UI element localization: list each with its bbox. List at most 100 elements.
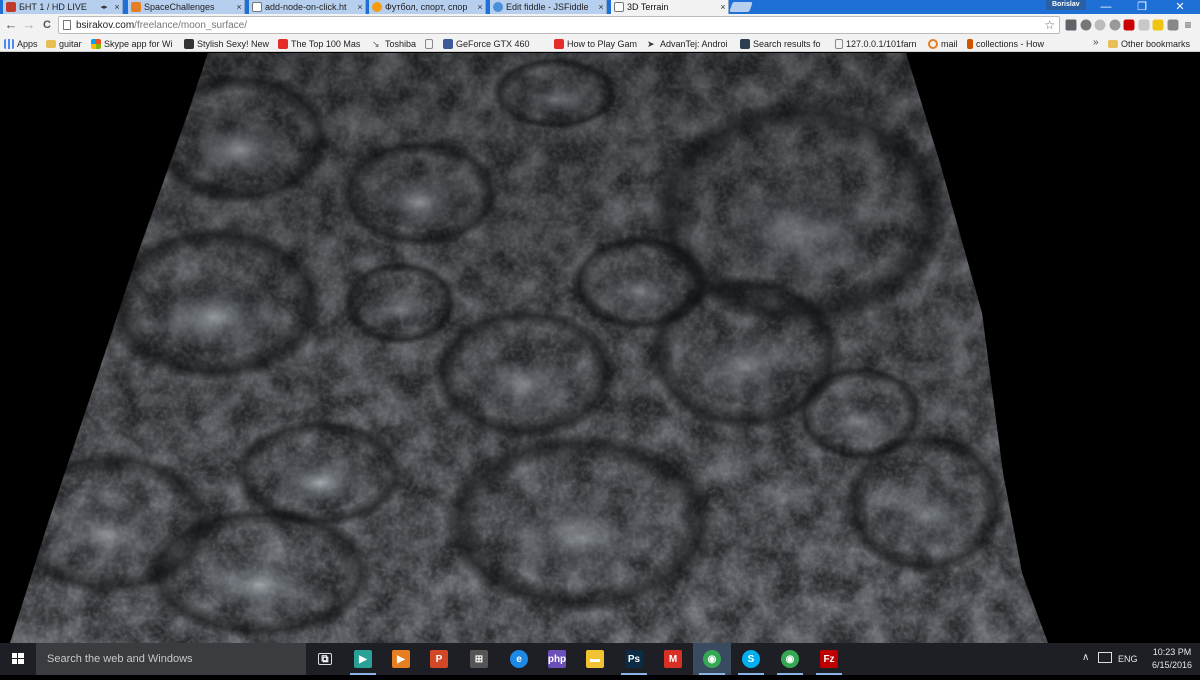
bookmark-mail[interactable]: mail: [928, 38, 962, 50]
browser-toolbar: ← → C bsirakov.com/freelance/moon_surfac…: [0, 14, 1200, 36]
tab-close-icon[interactable]: ×: [718, 2, 728, 12]
bookmark-apps[interactable]: Apps: [4, 38, 44, 50]
powerpoint-icon-glyph: P: [430, 650, 448, 668]
bookmark-localhost[interactable]: 127.0.0.1/101farn: [835, 38, 923, 50]
filezilla-icon-glyph: Fz: [820, 650, 838, 668]
cast-icon[interactable]: [1065, 19, 1077, 31]
address-bar[interactable]: bsirakov.com/freelance/moon_surface/ ☆: [58, 16, 1060, 34]
task-view-icon-glyph: ⧉: [318, 653, 332, 665]
windows-taskbar: Search the web and Windows ⧉ ▶ ▶ P ⊞ e php ▬ Ps M…: [0, 643, 1200, 675]
moon-terrain-canvas[interactable]: [0, 53, 1200, 643]
tab-close-icon[interactable]: ×: [596, 2, 606, 12]
bookmark-search-results[interactable]: Search results fo: [740, 38, 828, 50]
bookmark-how-to-play[interactable]: How to Play Gam: [554, 38, 640, 50]
tab-title: Edit fiddle - JSFiddle: [506, 2, 589, 12]
profile-button[interactable]: Borislav: [1046, 0, 1086, 10]
youtube-icon: [554, 39, 564, 49]
edge-icon[interactable]: e: [500, 643, 538, 675]
show-hidden-icons-chevron-icon[interactable]: ∧: [1082, 652, 1089, 663]
gmail-icon-glyph: M: [664, 650, 682, 668]
tab-3d-terrain[interactable]: 3D Terrain ×: [611, 0, 729, 14]
tab-close-icon[interactable]: ×: [112, 2, 122, 12]
bookmark-stylish[interactable]: Stylish Sexy! New: [184, 38, 271, 50]
chrome-icon[interactable]: ◉: [693, 643, 731, 675]
taskbar-search-input[interactable]: Search the web and Windows: [36, 643, 306, 675]
skype-icon-glyph: S: [742, 650, 760, 668]
forward-button[interactable]: →: [21, 17, 37, 33]
tab-bnt[interactable]: БНТ 1 / HD LIVE ◂▸ ×: [3, 0, 123, 14]
ext-gray2-icon[interactable]: [1109, 19, 1120, 31]
tab-audio-icon[interactable]: ◂▸: [96, 3, 112, 11]
clock-date[interactable]: 6/15/2016: [1147, 660, 1197, 670]
chrome-icon-glyph: ◉: [703, 650, 721, 668]
bookmark-page[interactable]: [425, 38, 437, 50]
ext-lightgray-icon[interactable]: [1094, 19, 1106, 31]
tab-close-icon[interactable]: ×: [355, 2, 365, 12]
bookmark-geforce[interactable]: GeForce GTX 460: [443, 38, 530, 50]
bookmark-star-icon[interactable]: ☆: [1044, 18, 1055, 32]
phpstorm-icon[interactable]: php: [538, 643, 576, 675]
bookmark-advantej[interactable]: ➤ AdvanTej: Androi: [647, 38, 735, 50]
chrome-icon-2-glyph: ◉: [781, 650, 799, 668]
skype-icon[interactable]: S: [732, 643, 770, 675]
tab-jsfiddle[interactable]: Edit fiddle - JSFiddle ×: [490, 0, 607, 14]
app-arrow-icon[interactable]: ▶: [344, 643, 382, 675]
ext-gray-icon[interactable]: [1080, 19, 1091, 31]
bookmarks-overflow-button[interactable]: »: [1093, 37, 1099, 48]
reload-button[interactable]: C: [39, 17, 55, 33]
media-player-icon[interactable]: ▶: [382, 643, 420, 675]
bookmark-collections[interactable]: collections - How: [967, 38, 1055, 50]
input-language[interactable]: ENG: [1118, 654, 1138, 664]
chrome-icon-2[interactable]: ◉: [771, 643, 809, 675]
tab-add-node[interactable]: add-node-on-click.ht ×: [249, 0, 366, 14]
bookmark-toshiba[interactable]: ↘ Toshiba: [372, 38, 420, 50]
filezilla-icon[interactable]: Fz: [810, 643, 848, 675]
tab-title: 3D Terrain: [627, 2, 669, 12]
phpstorm-icon-glyph: php: [548, 650, 566, 668]
windows-flag-icon: [91, 39, 101, 49]
ext-slim-icon[interactable]: [1138, 19, 1149, 31]
minimize-button[interactable]: —: [1088, 0, 1124, 14]
clock-time[interactable]: 10:23 PM: [1147, 647, 1197, 657]
chrome-menu-icon[interactable]: ≡: [1181, 17, 1195, 33]
app-arrow-icon-glyph: ▶: [354, 650, 372, 668]
store-icon[interactable]: ⊞: [460, 643, 498, 675]
youtube-icon: [278, 39, 288, 49]
ext-yellow-icon[interactable]: [1152, 19, 1164, 31]
photoshop-icon[interactable]: Ps: [615, 643, 653, 675]
bookmark-skype[interactable]: Skype app for Wi: [91, 38, 180, 50]
bookmark-label: 127.0.0.1/101farn: [846, 39, 917, 49]
tab-close-icon[interactable]: ×: [475, 2, 485, 12]
other-bookmarks[interactable]: Other bookmarks: [1108, 38, 1198, 50]
jsfiddle-favicon-icon: [493, 2, 503, 12]
tab-title: add-node-on-click.ht: [265, 2, 347, 12]
maximize-button[interactable]: ❐: [1124, 0, 1160, 14]
tab-title: Футбол, спорт, спор: [385, 2, 468, 12]
ext-red-icon[interactable]: [1123, 19, 1135, 31]
bookmark-label: Skype app for Wi: [104, 39, 173, 49]
url-path: /freelance/moon_surface/: [134, 19, 248, 31]
webgl-viewport[interactable]: [0, 53, 1200, 643]
start-button[interactable]: [0, 643, 36, 675]
edge-icon-glyph: e: [510, 650, 528, 668]
page-icon: [425, 39, 433, 49]
bookmark-top100[interactable]: The Top 100 Mas: [278, 38, 366, 50]
new-tab-button[interactable]: [729, 2, 753, 12]
tab-football[interactable]: Футбол, спорт, спор ×: [369, 0, 486, 14]
action-center-icon[interactable]: [1098, 652, 1112, 663]
powerpoint-icon[interactable]: P: [420, 643, 458, 675]
close-window-button[interactable]: ✕: [1162, 0, 1198, 14]
gmail-icon[interactable]: M: [654, 643, 692, 675]
back-button[interactable]: ←: [3, 17, 19, 33]
terrain-surface: [10, 53, 1048, 643]
tab-close-icon[interactable]: ×: [234, 2, 244, 12]
task-view-icon[interactable]: ⧉: [306, 643, 344, 675]
bookmarks-bar: Apps guitar Skype app for Wi Stylish Sex…: [0, 36, 1200, 52]
page-info-icon[interactable]: [63, 20, 71, 30]
bookmark-guitar[interactable]: guitar: [46, 38, 89, 50]
file-explorer-icon[interactable]: ▬: [576, 643, 614, 675]
tab-spacechallenges[interactable]: SpaceChallenges ×: [128, 0, 245, 14]
ext-stripe-icon[interactable]: [1167, 19, 1178, 31]
folder-icon: [46, 40, 56, 48]
apps-grid-icon: [4, 39, 14, 49]
